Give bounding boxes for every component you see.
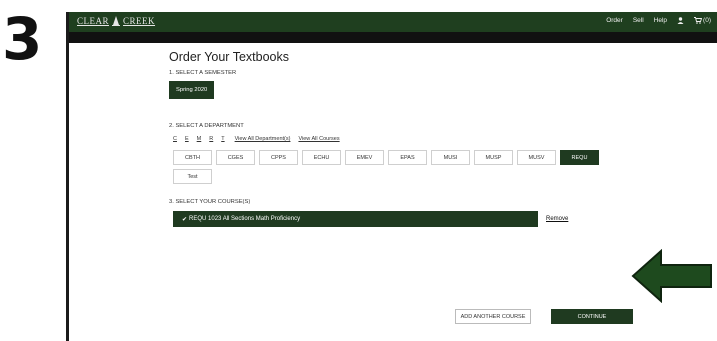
- dept-button-musp[interactable]: MUSP: [474, 150, 513, 165]
- page-title: Order Your Textbooks: [169, 50, 289, 64]
- course-name: REQU 1023 All Sections Math Proficiency: [189, 216, 301, 222]
- letter-filter-c[interactable]: C: [173, 136, 177, 142]
- semester-button[interactable]: Spring 2020: [169, 81, 215, 99]
- dept-button-cpps[interactable]: CPPS: [259, 150, 298, 165]
- continue-button[interactable]: CONTINUE: [551, 309, 633, 324]
- department-grid: CBTH CGES CPPS ECHU EMEV EPAS MUSI MUSP …: [173, 150, 633, 184]
- dept-button-requ-selected[interactable]: REQU: [560, 150, 599, 165]
- cart-button[interactable]: (0): [694, 17, 711, 24]
- dept-button-cges[interactable]: CGES: [216, 150, 255, 165]
- pointer-arrow-icon: [631, 249, 712, 303]
- logo-text-right: CREEK: [123, 16, 156, 26]
- nav-help[interactable]: Help: [654, 17, 667, 24]
- remove-course-link[interactable]: Remove: [546, 216, 568, 222]
- order-form: Order Your Textbooks 1. SELECT A SEMESTE…: [169, 50, 689, 324]
- dept-button-test[interactable]: Test: [173, 169, 212, 184]
- dept-button-echu[interactable]: ECHU: [302, 150, 341, 165]
- user-icon[interactable]: [677, 17, 684, 24]
- department-letter-filter: C E M R T View All Department(s) View Al…: [173, 136, 340, 142]
- dept-button-musv[interactable]: MUSV: [517, 150, 556, 165]
- cart-icon: [694, 17, 703, 24]
- course-section-label: 3. SELECT YOUR COURSE(S): [169, 199, 251, 205]
- semester-section-label: 1. SELECT A SEMESTER: [169, 70, 237, 76]
- nav-order[interactable]: Order: [606, 17, 623, 24]
- cart-count: (0): [703, 17, 711, 24]
- letter-filter-e[interactable]: E: [185, 136, 189, 142]
- header-nav: Order Sell Help (0): [606, 17, 711, 24]
- step-number: 3: [2, 5, 42, 73]
- nav-sell[interactable]: Sell: [633, 17, 644, 24]
- selected-course[interactable]: ✔ REQU 1023 All Sections Math Proficienc…: [173, 211, 538, 227]
- checkmark-icon: ✔: [182, 216, 188, 223]
- letter-filter-t[interactable]: T: [221, 136, 224, 142]
- add-another-course-button[interactable]: ADD ANOTHER COURSE: [455, 309, 531, 324]
- dept-button-emev[interactable]: EMEV: [345, 150, 384, 165]
- top-navbar: CLEAR CREEK Order Sell Help (0): [69, 12, 717, 32]
- browser-screen: CLEAR CREEK Order Sell Help (0) Order Yo…: [66, 12, 717, 341]
- department-section-label: 2. SELECT A DEPARTMENT: [169, 123, 244, 129]
- letter-filter-m[interactable]: M: [197, 136, 202, 142]
- tree-logo-icon: [112, 16, 121, 26]
- letter-filter-r[interactable]: R: [209, 136, 213, 142]
- dept-button-musi[interactable]: MUSI: [431, 150, 470, 165]
- dept-button-epas[interactable]: EPAS: [388, 150, 427, 165]
- view-all-departments-link[interactable]: View All Department(s): [235, 136, 291, 142]
- logo-text-left: CLEAR: [77, 16, 110, 26]
- site-logo[interactable]: CLEAR CREEK: [77, 16, 155, 26]
- dept-button-cbth[interactable]: CBTH: [173, 150, 212, 165]
- sub-navbar: [69, 32, 717, 43]
- view-all-courses-link[interactable]: View All Courses: [298, 136, 339, 142]
